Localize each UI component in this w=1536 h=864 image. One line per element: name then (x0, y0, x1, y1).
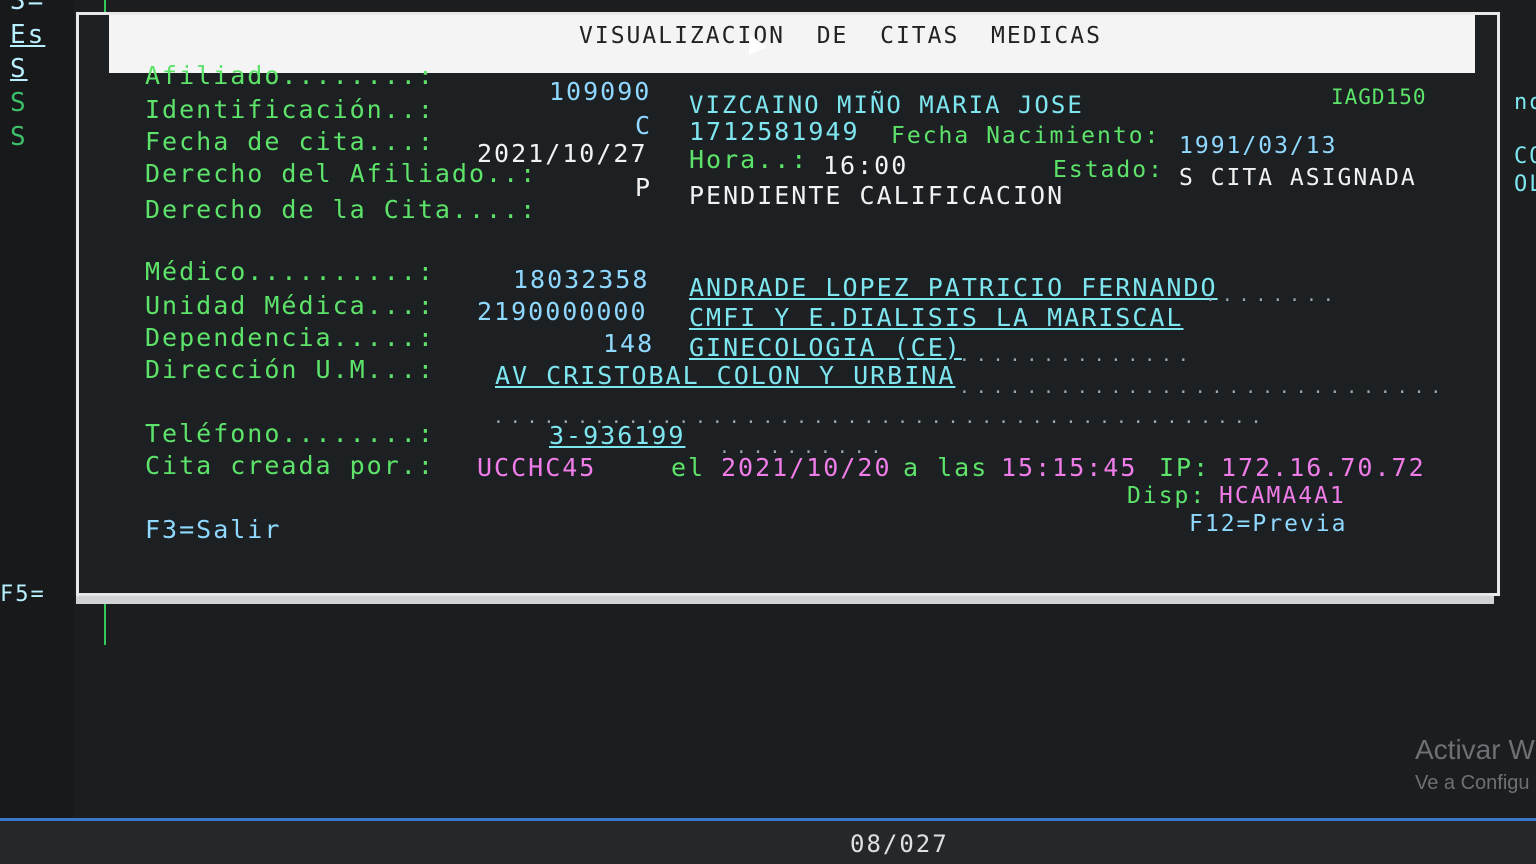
derecho-afiliado-label: Derecho del Afiliado..: (145, 159, 538, 188)
program-id: IAGD150 (1331, 85, 1427, 109)
dependencia-label: Dependencia.....: (145, 323, 435, 352)
unidad-label: Unidad Médica...: (145, 291, 435, 320)
medico-value: 18032358 (513, 265, 650, 294)
f3-exit-key[interactable]: F3=Salir (145, 515, 281, 544)
status-bar: 08/027 (0, 818, 1536, 864)
disp-value: HCAMA4A1 (1219, 483, 1346, 509)
sidebar-item-s1[interactable]: S (10, 54, 28, 84)
direccion-fill: ............................. (959, 377, 1448, 398)
unidad-name: CMFI Y E.DIALISIS LA MARISCAL (689, 303, 1184, 332)
derecho-afiliado-code: P (635, 173, 653, 202)
status-bar-divider (0, 818, 1536, 821)
medico-label: Médico..........: (145, 257, 435, 286)
identificacion-value: 1712581949 (689, 117, 860, 146)
f5-key[interactable]: F5= (0, 582, 46, 607)
creada-time: 15:15:45 (1001, 453, 1138, 482)
right-edge-panel: no CO OL (1500, 60, 1536, 220)
unidad-value: 2190000000 (477, 297, 648, 326)
medico-name: ANDRADE LOPEZ PATRICIO FERNANDO (689, 273, 1218, 302)
sidebar-item-es[interactable]: Es (10, 20, 45, 50)
fecha-nacimiento-label: Fecha Nacimiento: (891, 123, 1161, 149)
f12-previous-key[interactable]: F12=Previa (1189, 511, 1347, 537)
ip-value: 172.16.70.72 (1221, 453, 1426, 482)
a-las-label: a las (903, 453, 989, 482)
direccion-value: AV CRISTOBAL COLON Y URBINA (495, 361, 956, 390)
derecho-afiliado-value: PENDIENTE CALIFICACION (689, 181, 1065, 210)
dependencia-name: GINECOLOGIA (CE) (689, 333, 962, 362)
right-edge-text-3: OL (1514, 172, 1536, 197)
derecho-cita-label: Derecho de la Cita....: (145, 195, 538, 224)
fecha-cita-label: Fecha de cita...: (145, 127, 435, 156)
fecha-nacimiento-value: 1991/03/13 (1179, 133, 1338, 159)
creada-date: 2021/10/20 (721, 453, 892, 482)
estado-value: S CITA ASIGNADA (1179, 165, 1417, 191)
sidebar-item-s3[interactable]: S (10, 122, 28, 152)
medico-name-fill: ........ (1205, 285, 1340, 306)
activation-watermark-subtitle: Ve a Configu (1415, 772, 1530, 794)
page-counter: 08/027 (850, 830, 949, 858)
dependencia-value: 148 (603, 329, 655, 358)
identificacion-type: C (635, 111, 653, 140)
dependencia-name-fill: .............. (959, 345, 1195, 366)
appointment-dialog: VISUALIZACION DE CITAS MEDICAS IAGD150 A… (76, 12, 1500, 596)
sidebar-partial-item: 3= (10, 0, 46, 16)
identificacion-label: Identificación..: (145, 95, 435, 124)
activation-watermark-title: Activar W (1415, 734, 1535, 765)
right-edge-text-1: no (1514, 90, 1536, 115)
dialog-title: VISUALIZACION DE CITAS MEDICAS (579, 23, 1102, 49)
creada-user: UCCHC45 (477, 453, 597, 482)
el-label: el (671, 453, 706, 482)
telefono-label: Teléfono........: (145, 419, 435, 448)
dialog-shadow (76, 596, 1494, 604)
sidebar-item-s2[interactable]: S (10, 88, 28, 118)
afiliado-value: 109090 (549, 77, 652, 106)
left-sidebar: 3= Es S S S F5= (0, 0, 74, 864)
ip-label: IP: (1159, 453, 1211, 482)
hora-value: 16:00 (823, 151, 909, 180)
disp-label: Disp: (1127, 483, 1207, 509)
direccion-label: Dirección U.M...: (145, 355, 435, 384)
creada-label: Cita creada por.: (145, 451, 435, 480)
afiliado-label: Afiliado........: (145, 61, 435, 90)
hora-label: Hora..: (689, 145, 809, 174)
telefono-value: 3-936199 (549, 421, 686, 450)
afiliado-name: VIZCAINO MIÑO MARIA JOSE (689, 91, 1084, 119)
right-edge-text-2: CO (1514, 144, 1536, 169)
estado-label: Estado: (1053, 157, 1164, 183)
